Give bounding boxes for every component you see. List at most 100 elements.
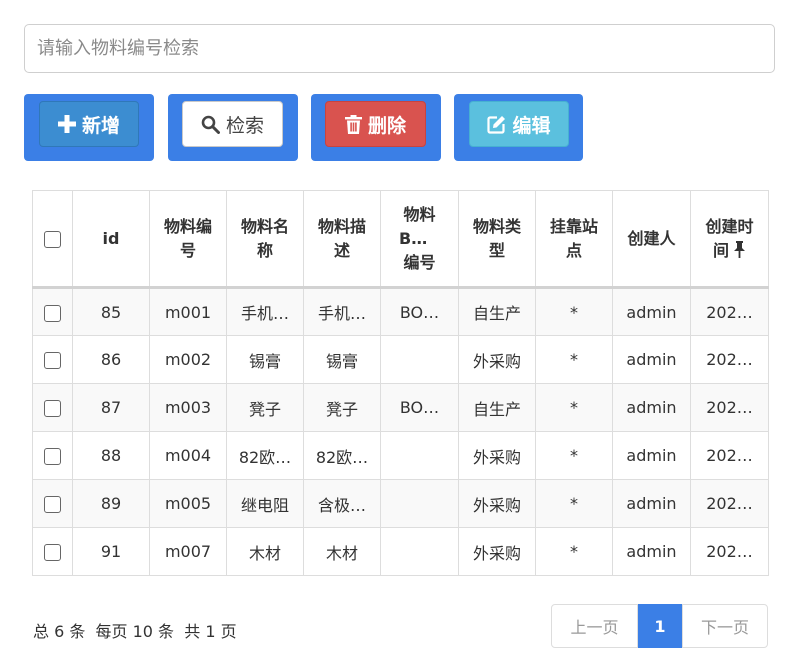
cell-material-code: m002 — [149, 335, 227, 384]
cell-material-code: m001 — [149, 287, 227, 336]
edit-button-frame: 编辑 — [454, 94, 583, 161]
table-row[interactable]: 89 m005 继电阻 含极… 外采购 * admin 202… — [32, 479, 769, 528]
column-header-station[interactable]: 挂靠站点 — [535, 190, 613, 289]
cell-bom-code — [380, 431, 459, 480]
cell-material-type: 自生产 — [458, 383, 536, 432]
column-header-material-code[interactable]: 物料编号 — [149, 190, 227, 289]
row-select-cell — [32, 383, 73, 432]
cell-material-name: 凳子 — [226, 383, 304, 432]
created-at-label: 创建时间 — [705, 216, 754, 260]
cell-created-at: 202… — [690, 335, 769, 384]
cell-created-at: 202… — [690, 527, 769, 576]
cell-bom-code — [380, 527, 459, 576]
cell-material-desc: 木材 — [303, 527, 381, 576]
cell-creator: admin — [612, 287, 691, 336]
row-select-cell — [32, 479, 73, 528]
cell-bom-code — [380, 479, 459, 528]
table-row[interactable]: 86 m002 锡膏 锡膏 外采购 * admin 202… — [32, 335, 769, 384]
cell-material-name: 82欧… — [226, 431, 304, 480]
cell-material-desc: 锡膏 — [303, 335, 381, 384]
search-button-frame: 检索 — [168, 94, 298, 161]
delete-button-frame: 删除 — [311, 94, 441, 161]
table-header-row: id 物料编号 物料名称 物料描述 物料BOM编号 物料类型 挂靠站点 创建人 … — [32, 190, 769, 289]
edit-button[interactable]: 编辑 — [469, 101, 569, 147]
cell-material-desc: 含极… — [303, 479, 381, 528]
plus-icon — [57, 115, 76, 133]
row-select-cell — [32, 287, 73, 336]
cell-creator: admin — [612, 383, 691, 432]
column-header-material-desc[interactable]: 物料描述 — [303, 190, 381, 289]
row-checkbox[interactable] — [44, 304, 61, 322]
row-checkbox[interactable] — [44, 352, 61, 369]
cell-creator: admin — [612, 431, 691, 480]
cell-creator: admin — [612, 479, 691, 528]
row-select-cell — [32, 527, 73, 576]
cell-material-name: 继电阻 — [226, 479, 304, 528]
cell-material-desc: 82欧… — [303, 431, 381, 480]
pin-icon[interactable] — [733, 240, 746, 258]
add-button-frame: 新增 — [24, 94, 154, 161]
cell-material-code: m003 — [149, 383, 227, 432]
select-all-checkbox[interactable] — [44, 230, 61, 248]
cell-material-code: m004 — [149, 431, 227, 480]
search-input[interactable] — [24, 24, 775, 73]
cell-material-type: 自生产 — [458, 287, 536, 336]
column-header-created-at[interactable]: 创建时间 — [690, 190, 769, 289]
cell-station: * — [535, 479, 613, 528]
add-button[interactable]: 新增 — [39, 101, 139, 147]
prev-page-button[interactable]: 上一页 — [551, 604, 638, 648]
delete-button[interactable]: 删除 — [325, 101, 426, 147]
column-header-material-type[interactable]: 物料类型 — [458, 190, 536, 289]
pagination-summary: 总 6 条 每页 10 条 共 1 页 — [33, 622, 237, 641]
edit-button-label: 编辑 — [512, 114, 551, 137]
row-checkbox[interactable] — [44, 544, 61, 561]
cell-station: * — [535, 383, 613, 432]
edit-icon — [487, 115, 506, 134]
table-row[interactable]: 91 m007 木材 木材 外采购 * admin 202… — [32, 527, 769, 576]
table-row[interactable]: 87 m003 凳子 凳子 BO… 自生产 * admin 202… — [32, 383, 769, 432]
cell-bom-code: BO… — [380, 383, 459, 432]
search-icon — [201, 115, 220, 134]
add-button-label: 新增 — [81, 114, 120, 137]
select-all-cell — [32, 190, 73, 289]
cell-material-name: 手机… — [226, 287, 304, 336]
cell-id: 91 — [72, 527, 150, 576]
cell-material-type: 外采购 — [458, 527, 536, 576]
table-row[interactable]: 88 m004 82欧… 82欧… 外采购 * admin 202… — [32, 431, 769, 480]
cell-material-code: m007 — [149, 527, 227, 576]
cell-material-name: 锡膏 — [226, 335, 304, 384]
trash-icon — [344, 114, 362, 134]
material-table: id 物料编号 物料名称 物料描述 物料BOM编号 物料类型 挂靠站点 创建人 … — [32, 190, 769, 576]
search-button-label: 检索 — [225, 114, 264, 137]
cell-station: * — [535, 287, 613, 336]
current-page-button[interactable]: 1 — [638, 604, 682, 648]
next-page-button[interactable]: 下一页 — [682, 604, 768, 648]
column-header-bom-code[interactable]: 物料BOM编号 — [380, 190, 459, 289]
search-button[interactable]: 检索 — [182, 101, 283, 147]
cell-id: 87 — [72, 383, 150, 432]
row-checkbox[interactable] — [44, 496, 61, 513]
cell-id: 89 — [72, 479, 150, 528]
row-checkbox[interactable] — [44, 448, 61, 465]
delete-button-label: 删除 — [367, 114, 406, 137]
cell-id: 85 — [72, 287, 150, 336]
cell-material-code: m005 — [149, 479, 227, 528]
row-checkbox[interactable] — [44, 400, 61, 417]
column-header-creator[interactable]: 创建人 — [612, 190, 691, 289]
cell-bom-code — [380, 335, 459, 384]
cell-id: 86 — [72, 335, 150, 384]
table-row[interactable]: 85 m001 手机… 手机… BO… 自生产 * admin 202… — [32, 287, 769, 336]
cell-created-at: 202… — [690, 383, 769, 432]
row-select-cell — [32, 431, 73, 480]
cell-material-desc: 凳子 — [303, 383, 381, 432]
cell-creator: admin — [612, 527, 691, 576]
column-header-id[interactable]: id — [72, 190, 150, 289]
pagination: 上一页 1 下一页 — [551, 604, 768, 648]
column-header-material-name[interactable]: 物料名称 — [226, 190, 304, 289]
cell-material-desc: 手机… — [303, 287, 381, 336]
cell-created-at: 202… — [690, 479, 769, 528]
cell-id: 88 — [72, 431, 150, 480]
cell-creator: admin — [612, 335, 691, 384]
cell-station: * — [535, 431, 613, 480]
cell-created-at: 202… — [690, 431, 769, 480]
